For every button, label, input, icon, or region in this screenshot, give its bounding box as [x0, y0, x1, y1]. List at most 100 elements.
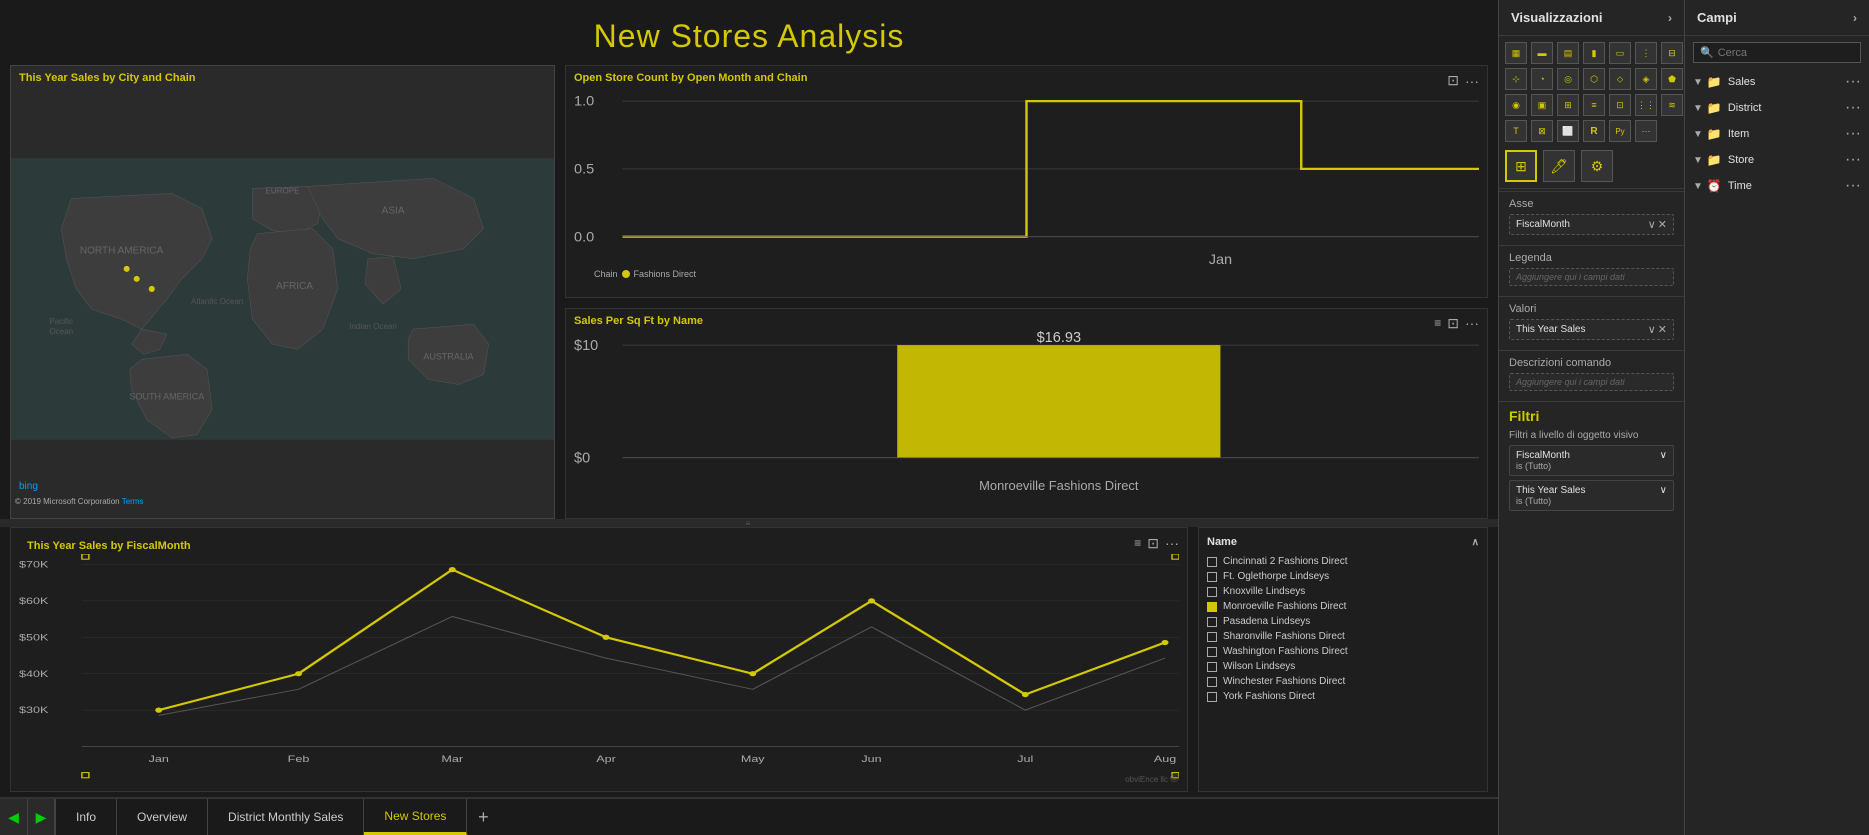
viz-icon-scatter[interactable]: ⊹: [1505, 68, 1527, 90]
legend-list-item[interactable]: Washington Fashions Direct: [1207, 644, 1479, 659]
viz-icon-bar[interactable]: ▬: [1531, 42, 1553, 64]
filter-this-year-sales[interactable]: This Year Sales ∨ is (Tutto): [1509, 480, 1674, 511]
viz-icon-filled-map[interactable]: ◈: [1635, 68, 1657, 90]
viz-tool-paint[interactable]: 🖊: [1543, 150, 1575, 182]
tab-district-monthly-sales[interactable]: District Monthly Sales: [208, 799, 364, 835]
viz-icon-slicer[interactable]: ≡: [1583, 94, 1605, 116]
tab-next-btn[interactable]: ▶: [28, 799, 56, 835]
resize-handle[interactable]: ≡: [0, 519, 1498, 527]
filter2-arrow[interactable]: ∨: [1660, 485, 1667, 496]
asse-dropdown-btn[interactable]: ∨: [1648, 218, 1656, 231]
legend-checkbox[interactable]: [1207, 692, 1217, 702]
campi-item-district[interactable]: ▼ 📁 District ···: [1685, 95, 1869, 121]
viz-icon-matrix[interactable]: ⋮⋮: [1635, 94, 1657, 116]
asse-field-tag[interactable]: FiscalMonth ∨ ✕: [1509, 214, 1674, 235]
viz-tool-analytics[interactable]: ⚙: [1581, 150, 1613, 182]
campi-item-item[interactable]: ▼ 📁 Item ···: [1685, 121, 1869, 147]
sales-sqft-more-btn[interactable]: ···: [1465, 315, 1479, 331]
viz-icon-area[interactable]: ⋮: [1635, 42, 1657, 64]
viz-icon-gauge[interactable]: ◉: [1505, 94, 1527, 116]
filtri-sub: Filtri a livello di oggetto visivo: [1509, 430, 1674, 441]
valori-dropdown-btn[interactable]: ∨: [1648, 323, 1656, 336]
valori-field-tag[interactable]: This Year Sales ∨ ✕: [1509, 319, 1674, 340]
legend-list-item[interactable]: Ft. Oglethorpe Lindseys: [1207, 569, 1479, 584]
tab-add-btn[interactable]: +: [467, 799, 499, 835]
legend-list-item[interactable]: Knoxville Lindseys: [1207, 584, 1479, 599]
tab-new-stores[interactable]: New Stores: [364, 799, 467, 835]
viz-icon-kpi[interactable]: ⊞: [1557, 94, 1579, 116]
viz-tool-format[interactable]: ⊞: [1505, 150, 1537, 182]
viz-icon-shape[interactable]: ⬜: [1557, 120, 1579, 142]
right-panels: Visualizzazioni › ▦ ▬ ▤ ▮ ▭ ⋮ ⊟ ⊹ ◔ ◎ ⬡ …: [1498, 0, 1869, 835]
legend-list-item[interactable]: Pasadena Lindseys: [1207, 614, 1479, 629]
legend-checkbox[interactable]: [1207, 662, 1217, 672]
viz-icon-py[interactable]: Py: [1609, 120, 1631, 142]
valori-tag-controls: ∨ ✕: [1648, 323, 1667, 336]
tab-prev-btn[interactable]: ◀: [0, 799, 28, 835]
asse-remove-btn[interactable]: ✕: [1658, 218, 1667, 231]
legend-list-item[interactable]: Wilson Lindseys: [1207, 659, 1479, 674]
legend-list-item[interactable]: Cincinnati 2 Fashions Direct: [1207, 554, 1479, 569]
legend-list-item[interactable]: Sharonville Fashions Direct: [1207, 629, 1479, 644]
viz-icon-map[interactable]: ⬦: [1609, 68, 1631, 90]
campi-time-more[interactable]: ···: [1845, 177, 1861, 195]
campi-store-more[interactable]: ···: [1845, 151, 1861, 169]
campi-district-more[interactable]: ···: [1845, 99, 1861, 117]
filter-fiscal-month[interactable]: FiscalMonth ∨ is (Tutto): [1509, 445, 1674, 476]
viz-icon-stacked-bar[interactable]: ▦: [1505, 42, 1527, 64]
name-sort-arrow[interactable]: ∧: [1472, 537, 1479, 548]
campi-search-input[interactable]: [1718, 47, 1860, 59]
campi-item-sales[interactable]: ▼ 📁 Sales ···: [1685, 69, 1869, 95]
open-store-count-panel: Open Store Count by Open Month and Chain…: [565, 65, 1488, 298]
legend-list-item[interactable]: York Fashions Direct: [1207, 689, 1479, 704]
legend-checkbox[interactable]: [1207, 587, 1217, 597]
viz-icon-image[interactable]: ⊠: [1531, 120, 1553, 142]
viz-icon-100pct[interactable]: ▤: [1557, 42, 1579, 64]
viz-icon-line[interactable]: ▭: [1609, 42, 1631, 64]
viz-icon-textbox[interactable]: T: [1505, 120, 1527, 142]
tab-info[interactable]: Info: [56, 799, 117, 835]
viz-icon-ribbon[interactable]: ⊟: [1661, 42, 1683, 64]
fiscal-expand-btn[interactable]: ⊡: [1147, 535, 1159, 552]
campi-sales-icon: 📁: [1707, 75, 1722, 89]
viz-panel-arrow[interactable]: ›: [1668, 11, 1672, 25]
svg-text:0.5: 0.5: [574, 161, 594, 176]
legend-list-item[interactable]: Winchester Fashions Direct: [1207, 674, 1479, 689]
fiscal-more-btn[interactable]: ···: [1165, 535, 1179, 551]
legend-checkbox[interactable]: [1207, 632, 1217, 642]
campi-item-store[interactable]: ▼ 📁 Store ···: [1685, 147, 1869, 173]
legend-item-label: Monroeville Fashions Direct: [1223, 601, 1346, 612]
descrizioni-section: Descrizioni comando Aggiungere qui i cam…: [1499, 350, 1684, 401]
viz-icon-waterfall[interactable]: ≋: [1661, 94, 1683, 116]
viz-icon-table[interactable]: ⊡: [1609, 94, 1631, 116]
filter1-arrow[interactable]: ∨: [1660, 450, 1667, 461]
viz-icon-pie[interactable]: ◔: [1531, 68, 1553, 90]
viz-icon-donut[interactable]: ◎: [1557, 68, 1579, 90]
legend-checkbox[interactable]: [1207, 677, 1217, 687]
map-body[interactable]: NORTH AMERICA SOUTH AMERICA EUROPE ASIA …: [11, 86, 554, 512]
viz-icon-funnel[interactable]: ⬟: [1661, 68, 1683, 90]
viz-icon-treemap[interactable]: ⬡: [1583, 68, 1605, 90]
open-store-more-btn[interactable]: ···: [1465, 73, 1479, 89]
viz-icon-card[interactable]: ▣: [1531, 94, 1553, 116]
campi-search-box[interactable]: 🔍: [1693, 42, 1861, 63]
viz-panel-header: Visualizzazioni ›: [1499, 0, 1684, 36]
sales-sqft-expand-btn[interactable]: ⊡: [1447, 315, 1459, 332]
legend-checkbox[interactable]: [1207, 557, 1217, 567]
legend-checkbox[interactable]: [1207, 602, 1217, 612]
campi-panel-arrow[interactable]: ›: [1853, 11, 1857, 25]
viz-icon-more[interactable]: ···: [1635, 120, 1657, 142]
campi-item-more[interactable]: ···: [1845, 125, 1861, 143]
campi-item-time[interactable]: ▼ ⏰ Time ···: [1685, 173, 1869, 199]
campi-sales-more[interactable]: ···: [1845, 73, 1861, 91]
tab-overview[interactable]: Overview: [117, 799, 208, 835]
legend-list-item[interactable]: Monroeville Fashions Direct: [1207, 599, 1479, 614]
legend-checkbox[interactable]: [1207, 572, 1217, 582]
legend-checkbox[interactable]: [1207, 617, 1217, 627]
campi-district-arrow: ▼: [1693, 103, 1703, 114]
open-store-expand-btn[interactable]: ⊡: [1447, 72, 1459, 89]
viz-icon-r[interactable]: R: [1583, 120, 1605, 142]
viz-icon-column[interactable]: ▮: [1583, 42, 1605, 64]
legend-checkbox[interactable]: [1207, 647, 1217, 657]
valori-remove-btn[interactable]: ✕: [1658, 323, 1667, 336]
